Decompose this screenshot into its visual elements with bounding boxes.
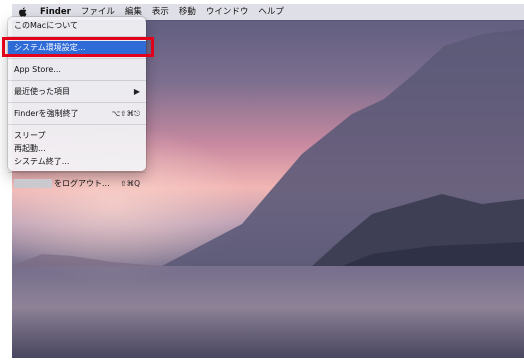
menu-divider [8,124,146,125]
menu-window[interactable]: ウインドウ [206,4,249,20]
screenshot-frame: Finder ファイル 編集 表示 移動 ウインドウ ヘルプ このMacについて… [0,0,524,361]
menu-item-label: をログアウト... [54,179,110,188]
submenu-arrow-icon: ▶ [133,87,140,96]
lake-reflection [12,266,524,358]
menu-item-label: App Store... [14,65,61,74]
menu-item-recent-items[interactable]: 最近使った項目 ▶ [8,85,146,98]
menu-item-sleep[interactable]: スリープ [8,129,146,142]
highlight-box [2,37,154,57]
menu-divider [8,102,146,103]
menu-item-label: 最近使った項目 [14,87,70,96]
menu-divider [8,58,146,59]
menu-item-about-mac[interactable]: このMacについて [8,19,146,32]
menu-item-shutdown[interactable]: システム終了... [8,155,146,168]
menu-item-force-quit[interactable]: Finderを強制終了 ⌥⇧⌘⎋ [8,107,146,120]
logout-label-group: をログアウト... [14,177,110,190]
shortcut-label: ⇧⌘Q [120,179,140,188]
menu-go[interactable]: 移動 [179,4,196,20]
menu-item-label: システム終了... [14,157,70,166]
menu-divider [8,172,146,173]
menu-item-label: スリープ [14,131,46,140]
menu-view[interactable]: 表示 [152,4,169,20]
redacted-username [14,179,52,188]
menu-item-label: このMacについて [14,21,78,30]
menu-item-logout[interactable]: をログアウト... ⇧⌘Q [8,177,146,190]
menu-divider [8,80,146,81]
menu-item-restart[interactable]: 再起動... [8,142,146,155]
menu-item-label: Finderを強制終了 [14,109,79,118]
menu-item-label: 再起動... [14,144,46,153]
menu-help[interactable]: ヘルプ [258,4,284,20]
shortcut-label: ⌥⇧⌘⎋ [111,109,140,118]
menu-item-app-store[interactable]: App Store... [8,63,146,76]
